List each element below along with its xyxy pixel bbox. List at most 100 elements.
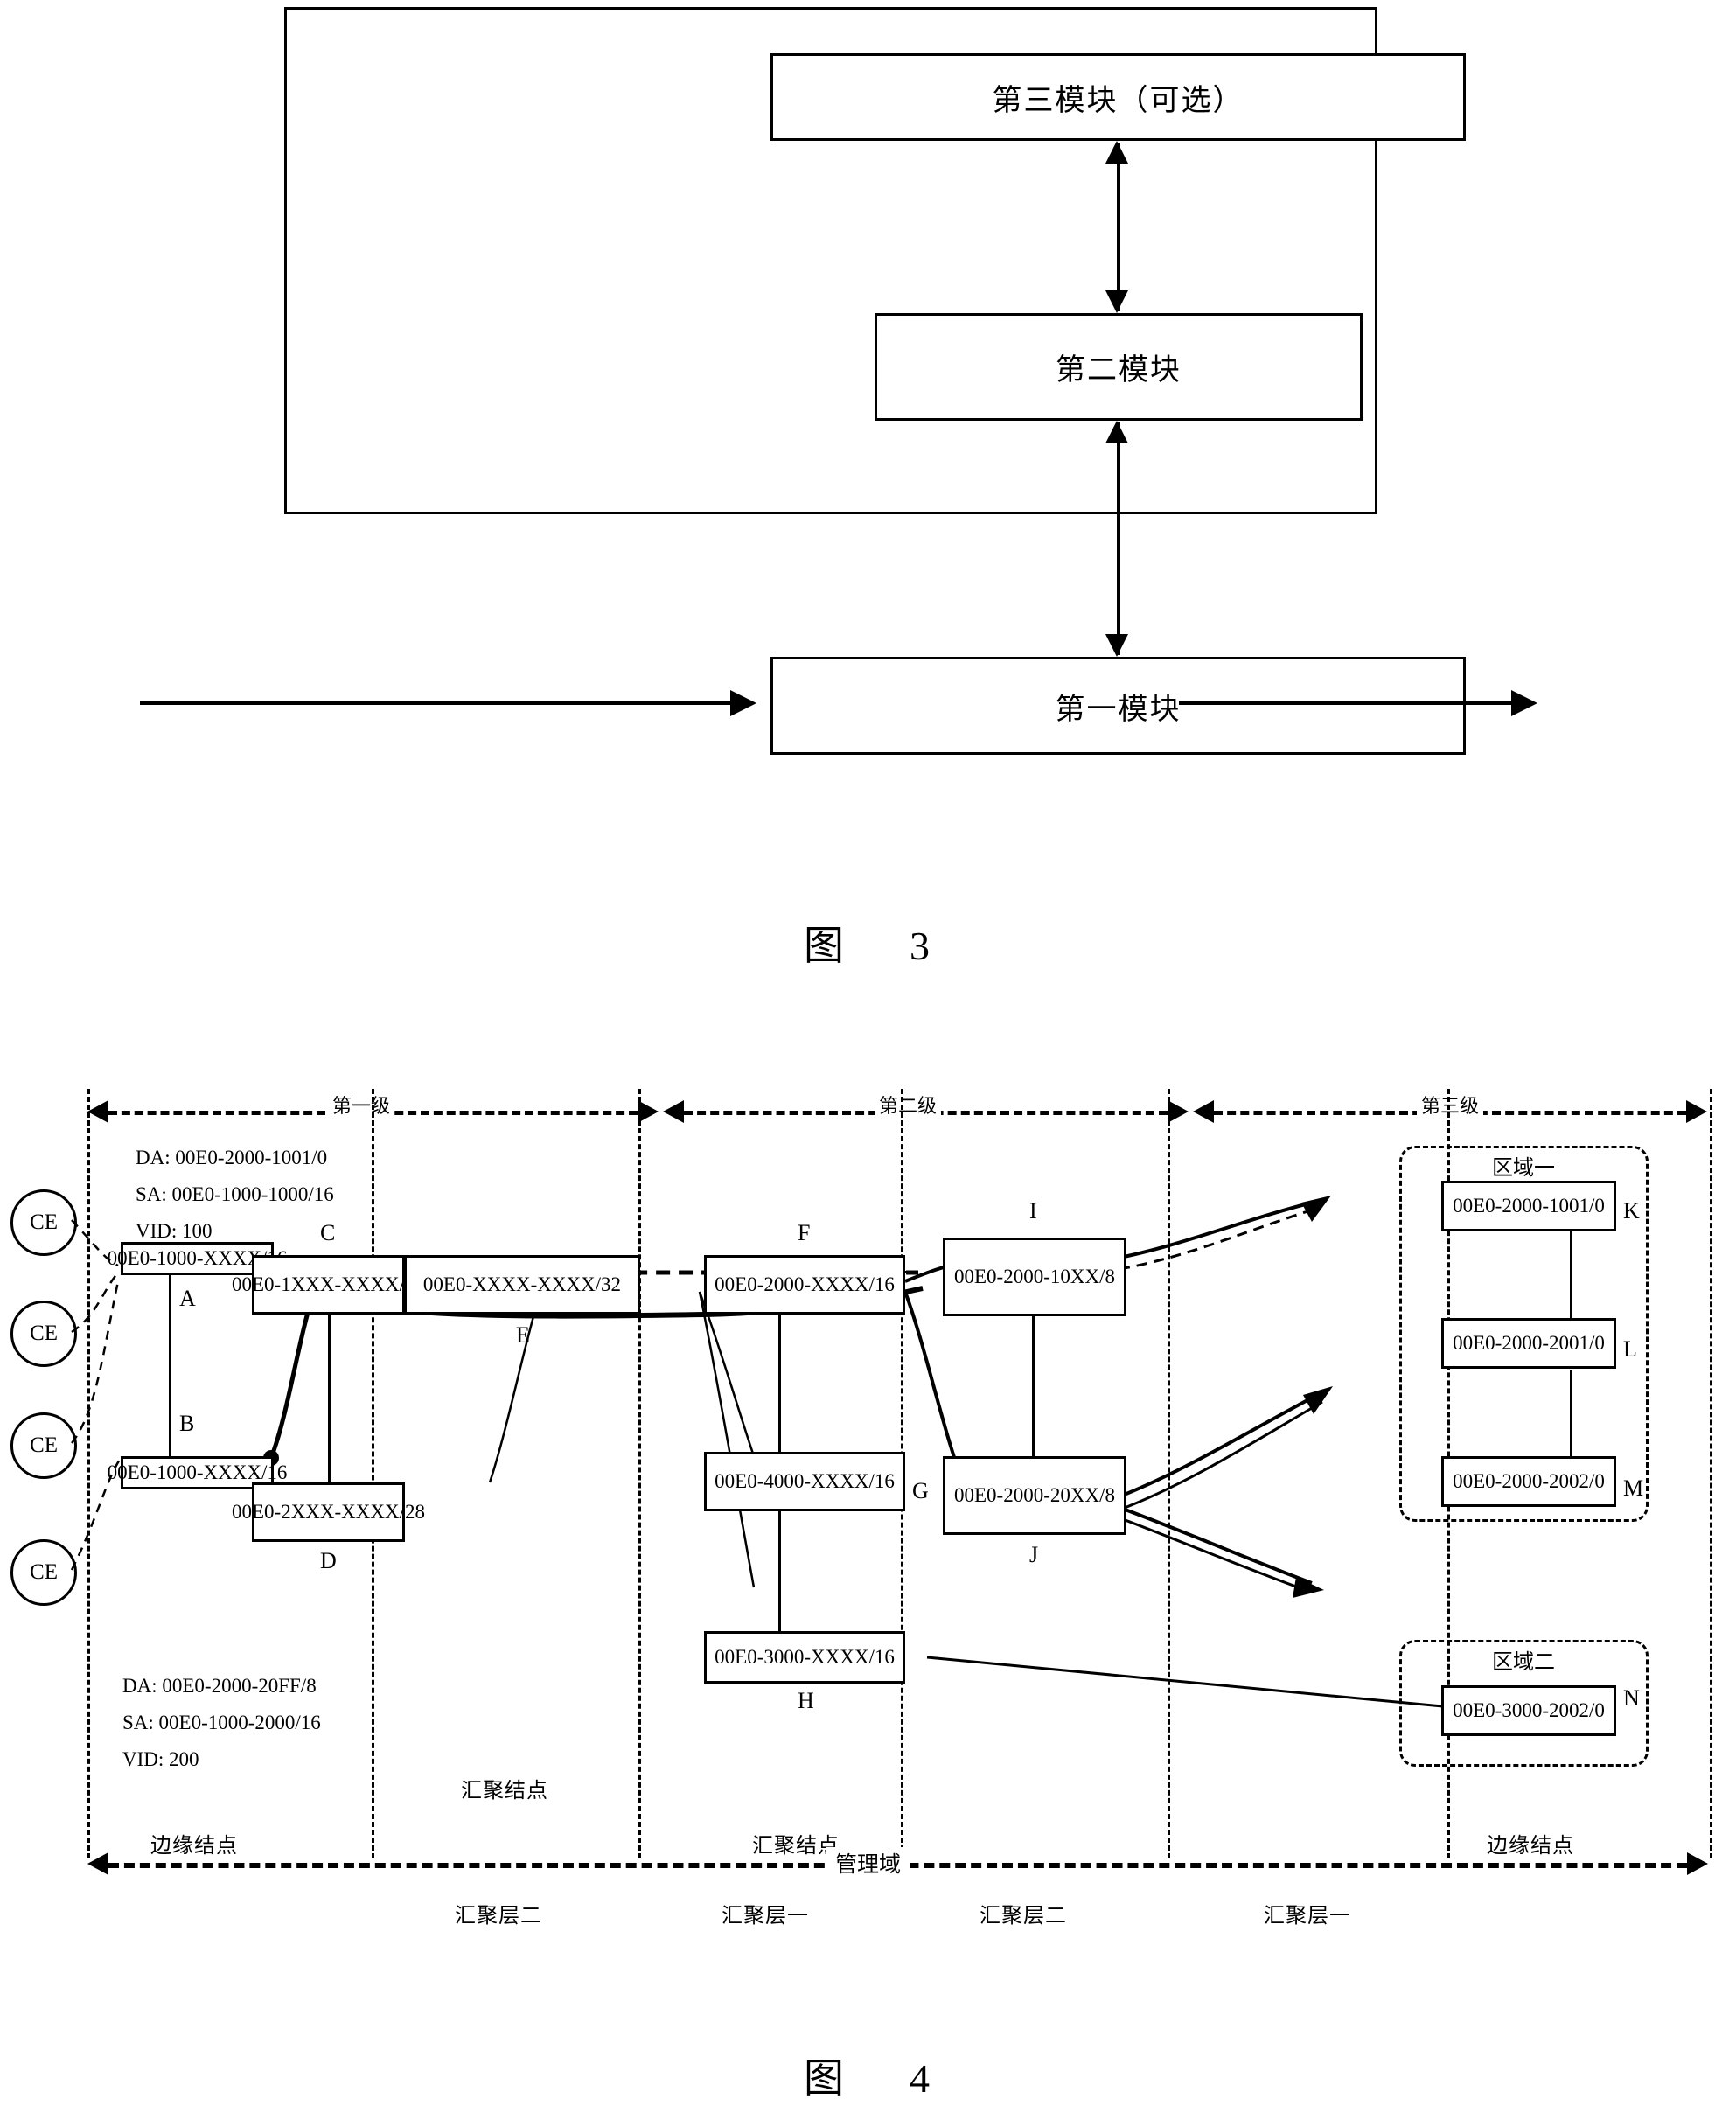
link-e-g bbox=[698, 1291, 756, 1457]
node-box-k: 00E0-2000-1001/0 bbox=[1441, 1181, 1616, 1231]
level1-label: 第一级 bbox=[328, 1091, 395, 1119]
node-i-tag: I bbox=[1029, 1198, 1037, 1224]
packet-header-2-sa: SA: 00E0-1000-2000/16 bbox=[122, 1712, 321, 1733]
figure4-caption: 图4 bbox=[0, 2047, 1736, 2104]
ce-node-3-label: CE bbox=[30, 1433, 58, 1457]
input-flow-arrowhead bbox=[730, 690, 756, 716]
second-module-box: 第二模块 bbox=[875, 313, 1363, 421]
connector-c-d bbox=[328, 1314, 331, 1484]
node-e-address: 00E0-XXXX-XXXX/32 bbox=[422, 1273, 622, 1295]
node-h-address: 00E0-3000-XXXX/16 bbox=[715, 1646, 895, 1668]
level3-left-arrowhead bbox=[1193, 1100, 1214, 1123]
figure4-caption-number: 4 bbox=[910, 2056, 932, 2101]
column-divider-2 bbox=[372, 1089, 374, 1858]
arrowhead-to-k bbox=[1301, 1196, 1331, 1222]
link-ce3-b bbox=[71, 1280, 120, 1444]
region-1-title: 区域一 bbox=[1487, 1150, 1560, 1181]
node-d-address: 00E0-2XXX-XXXX/28 bbox=[231, 1501, 426, 1523]
link-j-l bbox=[1110, 1391, 1321, 1502]
ce-node-1-label: CE bbox=[30, 1210, 58, 1234]
layer-3-label: 汇聚层二 bbox=[980, 1905, 1067, 1928]
column-divider-3 bbox=[638, 1089, 641, 1858]
packet-header-1-sa: SA: 00E0-1000-1000/16 bbox=[136, 1183, 334, 1205]
layer-4-label: 汇聚层一 bbox=[1264, 1905, 1351, 1928]
node-n-address: 00E0-3000-2002/0 bbox=[1453, 1699, 1605, 1721]
arrowhead-to-l bbox=[1303, 1386, 1333, 1414]
level1-left-arrowhead bbox=[87, 1100, 108, 1123]
node-l-tag: L bbox=[1623, 1336, 1637, 1362]
node-f-tag: F bbox=[798, 1220, 811, 1245]
patent-figure-page: 第三模块（可选） 第二模块 第一模块 图 3 第一级 第二级 第三级 CE CE … bbox=[0, 0, 1736, 2120]
figure4-caption-prefix: 图 bbox=[804, 2056, 847, 2101]
node-box-c: 00E0-1XXX-XXXX/28 bbox=[232, 1255, 425, 1315]
packet-header-1-vid: VID: 100 bbox=[136, 1220, 213, 1242]
figure4-network-hierarchy: 第一级 第二级 第三级 CE CE CE CE DA: 00E0-2000-10… bbox=[0, 1063, 1736, 1928]
input-flow-line bbox=[140, 701, 730, 705]
packet-header-2-vid: VID: 200 bbox=[122, 1748, 199, 1770]
node-box-e: 00E0-XXXX-XXXX/32 bbox=[404, 1255, 640, 1315]
node-box-b: 00E0-1000-XXXX/16 bbox=[108, 1456, 287, 1489]
column-divider-5 bbox=[1168, 1089, 1170, 1858]
node-n-tag: N bbox=[1623, 1685, 1640, 1711]
node-i-address: 00E0-2000-10XX/8 bbox=[954, 1266, 1115, 1287]
arrowhead-up-to-second bbox=[1105, 421, 1128, 443]
node-box-d: 00E0-2XXX-XXXX/28 bbox=[232, 1482, 425, 1542]
ce-node-2-label: CE bbox=[30, 1322, 58, 1345]
packet-header-1-da: DA: 00E0-2000-1001/0 bbox=[136, 1147, 328, 1168]
node-j-tag: J bbox=[1029, 1542, 1039, 1567]
ce-node-3: CE bbox=[10, 1412, 77, 1479]
mgmt-domain-label: 管理域 bbox=[826, 1847, 910, 1879]
link-j-m-2 bbox=[1108, 1512, 1311, 1593]
first-module-box: 第一模块 bbox=[770, 657, 1466, 755]
arrowhead-down-to-first bbox=[1105, 634, 1128, 657]
node-box-l: 00E0-2000-2001/0 bbox=[1441, 1318, 1616, 1369]
node-g-tag: G bbox=[912, 1478, 929, 1503]
node-g-address: 00E0-4000-XXXX/16 bbox=[715, 1470, 895, 1492]
level3-right-arrowhead bbox=[1686, 1100, 1707, 1123]
first-module-label: 第一模块 bbox=[1055, 693, 1182, 726]
node-b-tag: B bbox=[179, 1411, 195, 1436]
node-box-j: 00E0-2000-20XX/8 bbox=[943, 1456, 1126, 1535]
figure3-caption-number: 3 bbox=[910, 924, 932, 968]
link-e-h bbox=[698, 1291, 756, 1588]
layer-1-label: 汇聚层二 bbox=[455, 1905, 542, 1928]
link-j-l-2 bbox=[1117, 1400, 1323, 1512]
third-module-label: 第三模块（可选） bbox=[992, 84, 1244, 117]
region-2-title: 区域二 bbox=[1487, 1644, 1560, 1675]
arrowhead-to-m bbox=[1293, 1577, 1324, 1598]
third-module-box: 第三模块（可选） bbox=[770, 53, 1466, 141]
level2-right-arrowhead bbox=[1168, 1100, 1189, 1123]
node-box-h: 00E0-3000-XXXX/16 bbox=[704, 1631, 905, 1684]
node-l-address: 00E0-2000-2001/0 bbox=[1453, 1332, 1605, 1354]
arrowhead-down-to-second bbox=[1105, 290, 1128, 313]
link-j-m bbox=[1110, 1503, 1313, 1585]
link-d-e bbox=[488, 1291, 542, 1483]
node-box-a: 00E0-1000-XXXX/16 bbox=[108, 1242, 287, 1275]
node-c-address: 00E0-1XXX-XXXX/28 bbox=[231, 1273, 426, 1295]
node-e-tag: E bbox=[516, 1322, 530, 1348]
output-flow-arrowhead bbox=[1511, 690, 1537, 716]
figure3-caption-prefix: 图 bbox=[804, 924, 847, 968]
node-k-address: 00E0-2000-1001/0 bbox=[1453, 1195, 1605, 1217]
node-box-n: 00E0-3000-2002/0 bbox=[1441, 1685, 1616, 1736]
connector-f-g bbox=[778, 1314, 781, 1454]
packet-header-2-da: DA: 00E0-2000-20FF/8 bbox=[122, 1675, 317, 1697]
layer-2-label: 汇聚层一 bbox=[722, 1905, 809, 1928]
ce-node-4-label: CE bbox=[30, 1560, 58, 1584]
level2-label: 第二级 bbox=[875, 1091, 942, 1119]
mgmt-right-arrowhead bbox=[1687, 1852, 1708, 1875]
link-i-k-dashed bbox=[1119, 1206, 1320, 1271]
node-k-tag: K bbox=[1623, 1198, 1640, 1224]
node-f-address: 00E0-2000-XXXX/16 bbox=[715, 1273, 895, 1295]
node-box-f: 00E0-2000-XXXX/16 bbox=[704, 1255, 905, 1315]
node-j-address: 00E0-2000-20XX/8 bbox=[954, 1484, 1115, 1506]
link-i-k bbox=[1110, 1199, 1320, 1261]
link-ce2-a bbox=[71, 1272, 119, 1334]
node-m-address: 00E0-2000-2002/0 bbox=[1453, 1470, 1605, 1492]
edge-node-left-label: 边缘结点 bbox=[150, 1835, 238, 1858]
second-module-label: 第二模块 bbox=[1056, 354, 1182, 387]
figure3-system-boundary: 第三模块（可选） 第二模块 第一模块 bbox=[284, 7, 1466, 755]
converge-node-c-label: 汇聚结点 bbox=[461, 1780, 548, 1803]
level3-label: 第三级 bbox=[1417, 1091, 1484, 1119]
node-box-g: 00E0-4000-XXXX/16 bbox=[704, 1452, 905, 1511]
